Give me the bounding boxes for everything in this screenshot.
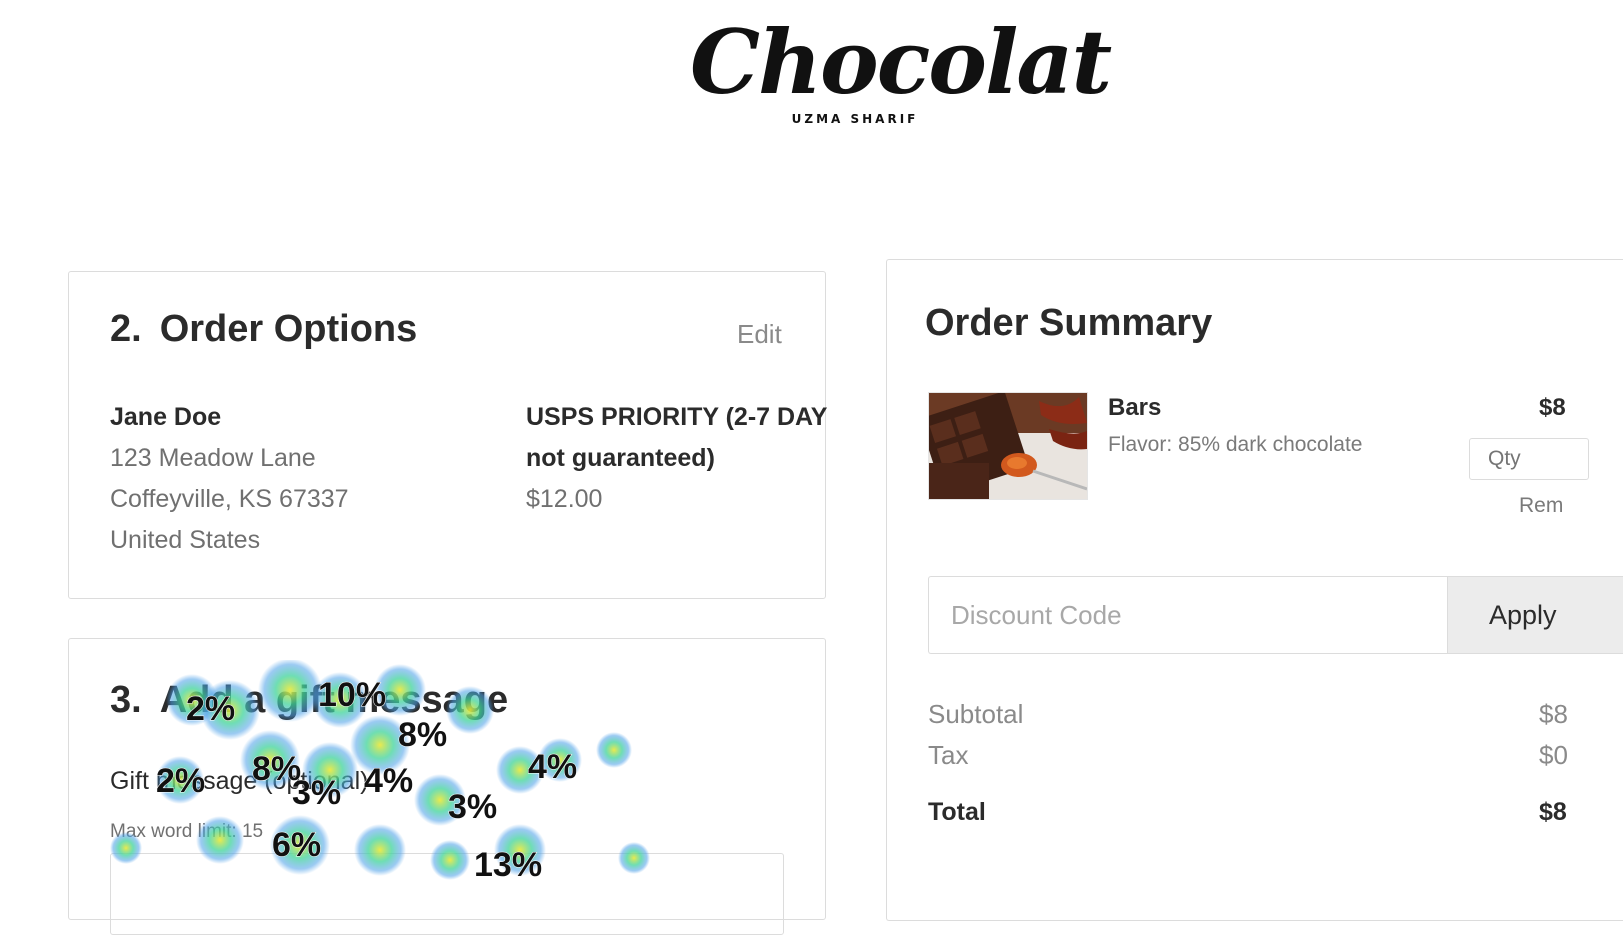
address-city: Coffeyville, KS 67337 [110,485,349,513]
brand-logo[interactable]: Chocolat UZMA SHARIF [690,10,1112,144]
logo-wordmark: Chocolat [690,10,1112,114]
shipping-method: USPS PRIORITY (2-7 DAY not guaranteed) $… [526,397,846,520]
gift-message-limit: Max word limit: 15 [110,821,264,842]
discount-code-input[interactable] [928,576,1448,654]
item-variant: Flavor: 85% dark chocolate [1108,433,1363,456]
product-image [928,392,1088,500]
tax-value: $0 [1539,740,1568,770]
shipping-address: Jane Doe 123 Meadow Lane Coffeyville, KS… [110,397,349,561]
gift-message-textarea[interactable] [110,853,784,935]
section-number: 2. [110,308,142,350]
edit-link[interactable]: Edit [737,319,782,350]
total-label: Total [928,798,986,826]
section-title-text: Add a gift message [159,679,509,721]
item-price: $8 [1539,394,1566,421]
order-summary-title: Order Summary [925,302,1213,344]
gift-message-card: 3. Add a gift message Gift message (optio… [68,638,826,935]
remove-link[interactable]: Rem [1519,494,1563,518]
gift-message-title: 3. Add a gift message [110,679,508,722]
section-title-text: Order Options [159,308,418,350]
subtotal-label: Subtotal [928,699,1024,729]
order-options-title: 2. Order Options [110,308,417,351]
subtotal-value: $8 [1539,699,1568,729]
apply-discount-button[interactable]: Apply [1447,576,1623,654]
address-street: 123 Meadow Lane [110,444,316,472]
tax-label: Tax [928,740,969,770]
order-options-card: 2. Order Options Edit Jane Doe 123 Meadow… [68,271,827,599]
order-summary-card: Order Summary Bars Flavor: 85% dark choc… [886,259,1623,921]
shipping-price: $12.00 [526,485,603,513]
address-country: United States [110,526,261,554]
logo-tagline: UZMA SHARIF [791,112,919,126]
item-name: Bars [1108,394,1162,421]
address-name: Jane Doe [110,403,222,431]
quantity-input[interactable] [1469,438,1589,480]
section-number: 3. [110,679,142,721]
gift-message-label: Gift message (optional) [110,767,369,795]
shipping-method-name: USPS PRIORITY (2-7 DAY not guaranteed) [526,403,828,472]
chocolate-bar-image [929,393,1087,499]
total-value: $8 [1539,798,1567,826]
